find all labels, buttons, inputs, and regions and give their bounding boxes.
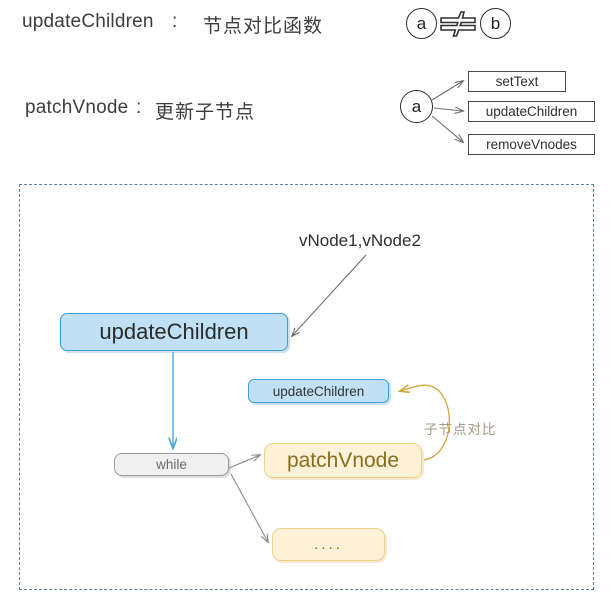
header-line-2-colon: : (136, 97, 142, 118)
node-update-children-sub[interactable]: updateChildren (248, 379, 389, 403)
dispatch-arrow-remove-vnodes (431, 115, 463, 142)
header-line-2-cn: 更新子节点 (155, 102, 256, 123)
node-while-loop[interactable]: while (114, 453, 229, 476)
header-line-1-cn: 节点对比函数 (203, 16, 324, 37)
dispatch-target-remove-vnodes[interactable]: removeVnodes (468, 134, 595, 155)
header-line-2-en: patchVnode (25, 97, 129, 118)
header-line-1-en: updateChildren (22, 11, 154, 32)
label-child-compare-annotation: 子节点对比 (424, 422, 497, 437)
node-patch-vnode[interactable]: patchVnode (264, 443, 422, 478)
label-vnode-input: vNode1,vNode2 (299, 231, 421, 250)
header-line-1-colon: : (172, 11, 178, 32)
circle-node-a-dispatch: a (400, 90, 433, 123)
circle-node-b-compare: b (480, 8, 511, 39)
not-equal-icon (439, 9, 479, 39)
dispatch-arrow-set-text (431, 81, 463, 101)
node-ellipsis[interactable]: .... (272, 528, 385, 561)
dispatch-target-update-children[interactable]: updateChildren (468, 101, 595, 122)
node-update-children-main[interactable]: updateChildren (60, 313, 288, 351)
circle-node-a-compare: a (406, 8, 437, 39)
dispatch-target-set-text[interactable]: setText (468, 71, 566, 92)
dispatch-arrow-update-children (433, 108, 463, 111)
